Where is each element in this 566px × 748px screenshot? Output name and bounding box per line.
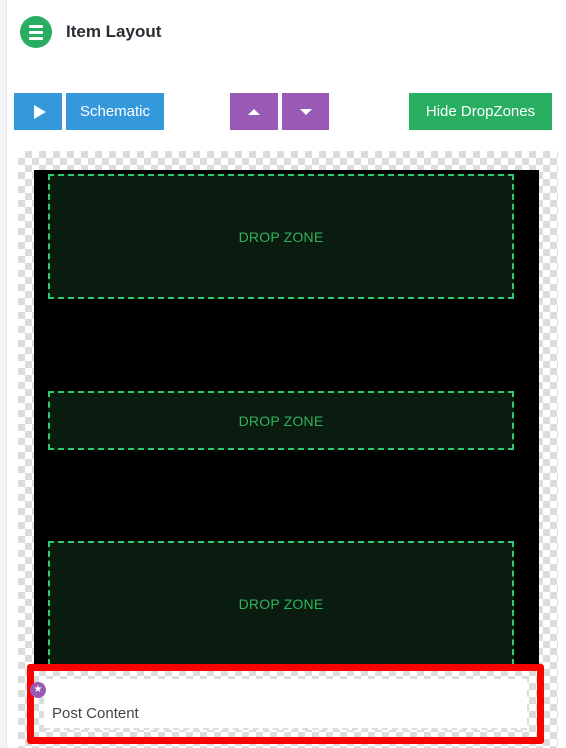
play-icon [33, 104, 46, 119]
post-content-label: Post Content [52, 705, 139, 722]
drop-zone[interactable]: DROP ZONE [48, 174, 514, 299]
caret-down-icon [299, 108, 312, 115]
hide-dropzones-button[interactable]: Hide DropZones [409, 93, 552, 130]
move-down-button[interactable] [282, 93, 329, 130]
drop-zone[interactable]: DROP ZONE [48, 391, 514, 450]
caret-up-icon [248, 108, 260, 115]
panel-header: Item Layout [20, 16, 161, 48]
move-up-button[interactable] [230, 93, 278, 130]
star-icon[interactable]: ★ [30, 682, 46, 698]
play-button[interactable] [14, 93, 62, 130]
page-title: Item Layout [66, 22, 162, 41]
hamburger-menu-icon[interactable] [20, 16, 52, 48]
schematic-button[interactable]: Schematic [66, 93, 164, 130]
post-content-body: Post Content [44, 679, 527, 730]
drop-zone[interactable]: DROP ZONE [48, 541, 514, 665]
post-content-item[interactable]: Post Content [27, 664, 544, 744]
